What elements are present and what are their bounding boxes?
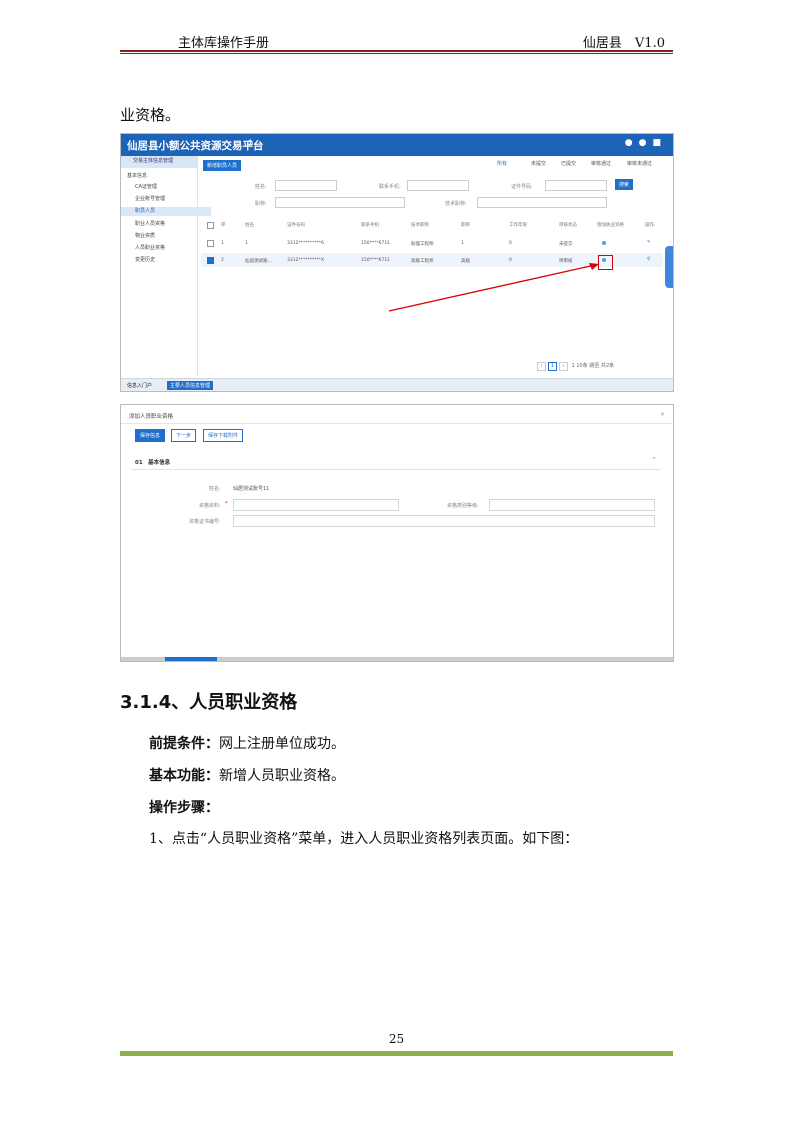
next-page-button[interactable]: › xyxy=(559,362,568,371)
name-label: 姓名: xyxy=(209,486,221,492)
title-divider xyxy=(121,423,673,424)
paragraph-precondition: 前提条件：网上注册单位成功。 xyxy=(149,733,345,753)
side-panel-toggle[interactable] xyxy=(665,246,673,288)
close-icon[interactable]: × xyxy=(660,411,665,418)
name-value: 仙居测试账号11 xyxy=(233,486,270,492)
footer-rule xyxy=(120,1051,673,1056)
page-total: 1 xyxy=(571,363,575,369)
precondition-text: 网上注册单位成功。 xyxy=(219,736,345,752)
tab-staff-management[interactable]: 主要人员信息管理 xyxy=(167,381,214,390)
total-count: 共2条 xyxy=(600,363,615,369)
pagination: ‹ 1 › 1 10条 跳至 共2条 xyxy=(537,362,614,371)
intro-text: 业资格。 xyxy=(120,106,181,124)
screenshot-list-page: 仙居县小额公共资源交易平台 ⌂ ●●■ 交易主体信息管理 基本信息 CA证管理 … xyxy=(120,133,674,392)
page-number: 25 xyxy=(388,1032,405,1046)
section-divider xyxy=(131,469,661,470)
qual-type-field[interactable] xyxy=(489,499,655,511)
save-button[interactable]: 保存信息 xyxy=(135,429,166,442)
steps-label: 操作步骤： xyxy=(149,800,219,816)
dialog-title: 添加人员职业资格 xyxy=(129,414,174,420)
chevron-up-icon[interactable]: ⌃ xyxy=(651,456,657,464)
header-version: 仙居县 V1.0 xyxy=(582,36,665,51)
jump-label: 跳至 xyxy=(589,363,600,369)
header-rule-thin xyxy=(120,53,673,54)
prev-page-button[interactable]: ‹ xyxy=(537,362,546,371)
precondition-label: 前提条件： xyxy=(149,736,219,752)
qual-label: 资格资料: xyxy=(199,503,221,509)
save-download-button[interactable]: 保存下载附件 xyxy=(203,429,244,442)
screenshot-add-form: 添加人员职业资格 × 保存信息 下一步 保存下载附件 01 基本信息 ⌃ 姓名:… xyxy=(120,404,674,662)
required-mark: * xyxy=(225,501,228,507)
next-button[interactable]: 下一步 xyxy=(171,429,197,442)
function-text: 新增人员职业资格。 xyxy=(219,768,345,784)
function-label: 基本功能： xyxy=(149,768,219,784)
cert-label: 资格证书编号: xyxy=(189,519,221,525)
paragraph-steps: 操作步骤： xyxy=(149,797,219,817)
paragraph-step-1: 1、点击“人员职业资格”菜单，进入人员职业资格列表页面。如下图： xyxy=(149,831,579,847)
page-size-select[interactable]: 10条 xyxy=(576,363,587,369)
header-rule xyxy=(120,50,673,52)
bottom-tab-bar: 信息入门户 主要人员信息管理 xyxy=(121,378,673,391)
page-button[interactable]: 1 xyxy=(548,362,557,371)
qual-select[interactable] xyxy=(233,499,399,511)
callout-arrow xyxy=(388,263,599,312)
tab-portal[interactable]: 信息入门户 xyxy=(124,381,155,390)
cert-input[interactable] xyxy=(233,515,655,527)
header-title: 主体库操作手册 xyxy=(178,36,270,51)
section-heading: 3.1.4、人员职业资格 xyxy=(120,692,298,713)
qual-type-label: 资格类别等级: xyxy=(447,503,479,509)
section-title: 01 基本信息 xyxy=(135,460,171,466)
dialog-bottom-tab xyxy=(165,657,217,661)
paragraph-function: 基本功能：新增人员职业资格。 xyxy=(149,765,345,785)
